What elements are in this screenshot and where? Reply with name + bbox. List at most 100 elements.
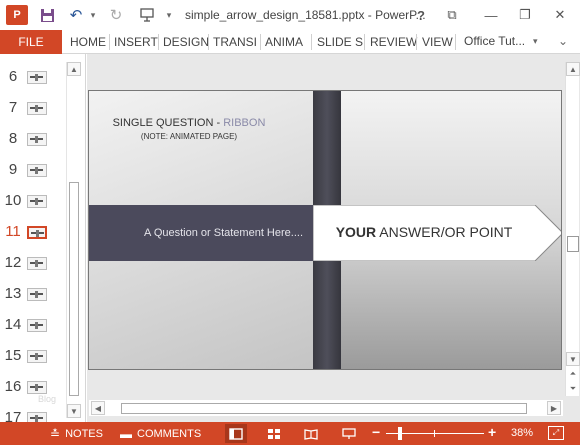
slide-thumbnail[interactable]: 6 (0, 64, 66, 90)
slide-number: 14 (4, 316, 22, 333)
slide-thumbnail[interactable]: 14 (0, 312, 66, 338)
zoom-slider-center-mark (434, 430, 435, 437)
scrollbar-thumb[interactable] (121, 403, 527, 414)
help-button[interactable]: ? (410, 4, 432, 26)
slide-thumbnail[interactable]: 16 (0, 374, 66, 400)
horizontal-scrollbar[interactable]: ◀ ▶ (89, 400, 563, 416)
slide-number: 8 (8, 130, 18, 147)
tab-review[interactable]: REVIEW (370, 30, 417, 54)
answer-bold-text: YOUR (335, 224, 377, 240)
slide-editing-area: SINGLE QUESTION - RIBBON (NOTE: ANIMATED… (87, 54, 580, 422)
expand-ribbon-icon[interactable]: ⌄ (558, 34, 568, 48)
slide-thumbnail[interactable]: 9 (0, 157, 66, 183)
answer-rest-text: ANSWER/OR POINT (376, 224, 513, 240)
slide-thumbnail[interactable]: 12 (0, 250, 66, 276)
scrollbar-thumb[interactable] (69, 182, 79, 396)
slide-thumbnail-image[interactable] (27, 381, 47, 394)
tab-separator (208, 34, 209, 50)
watermark-text: Blog (38, 394, 57, 404)
slide-thumbnail-image[interactable] (27, 133, 47, 146)
slide-subtitle[interactable]: (NOTE: ANIMATED PAGE) (89, 132, 289, 141)
tab-view[interactable]: VIEW (422, 30, 453, 54)
question-text[interactable]: A Question or Statement Here.... (89, 227, 303, 239)
undo-dropdown-icon[interactable]: ▾ (88, 5, 98, 25)
slide-thumbnail[interactable]: 15 (0, 343, 66, 369)
zoom-in-icon[interactable]: + (488, 424, 496, 440)
slide-thumbnail-image[interactable] (27, 319, 47, 332)
scrollbar-thumb[interactable] (567, 236, 579, 252)
redo-icon[interactable]: ↻ (106, 5, 126, 25)
account-dropdown-icon[interactable]: ▾ (533, 36, 538, 47)
customize-toolbar-icon[interactable]: ▾ (163, 5, 175, 25)
save-icon[interactable] (37, 5, 57, 25)
tab-animations[interactable]: ANIMA (265, 30, 303, 54)
slide-thumbnail[interactable]: 8 (0, 126, 66, 152)
zoom-slider-thumb[interactable] (398, 427, 402, 440)
slide-thumbnail-image[interactable] (27, 195, 47, 208)
slide-number: 13 (4, 285, 22, 302)
current-slide[interactable]: SINGLE QUESTION - RIBBON (NOTE: ANIMATED… (88, 90, 562, 370)
undo-icon[interactable]: ↶ (66, 5, 86, 25)
restore-button[interactable]: ❐ (514, 4, 536, 26)
start-presentation-icon[interactable] (137, 5, 157, 25)
scroll-left-icon[interactable]: ◀ (91, 401, 105, 415)
fit-slide-to-window-icon[interactable]: ⤢ (548, 426, 564, 440)
status-bar: ≛ NOTES ▬ COMMENTS − + 38% ⤢ (0, 422, 580, 445)
title-bar: P ↶ ▾ ↻ ▾ simple_arrow_design_18581.pptx… (0, 0, 580, 30)
slide-title-accent: RIBBON (223, 117, 266, 129)
scroll-down-icon[interactable]: ▼ (566, 352, 580, 366)
previous-slide-icon[interactable]: ⏶ (566, 367, 580, 381)
tab-transitions[interactable]: TRANSI (213, 30, 257, 54)
zoom-out-icon[interactable]: − (372, 424, 380, 440)
close-button[interactable]: ✕ (549, 4, 571, 26)
vertical-scrollbar[interactable]: ▲ ▼ ⏶ ⏷ (565, 62, 580, 396)
slide-thumbnail[interactable]: 7 (0, 95, 66, 121)
ribbon-display-options-icon[interactable]: ⧉ (441, 4, 463, 26)
tab-home[interactable]: HOME (70, 30, 106, 54)
slide-number: 15 (4, 347, 22, 364)
slide-thumbnail-image[interactable] (27, 164, 47, 177)
slide-number: 16 (4, 378, 22, 395)
tab-insert[interactable]: INSERT (114, 30, 158, 54)
tab-file[interactable]: FILE (0, 30, 62, 54)
slide-thumbnail-selected[interactable]: 11 (0, 219, 66, 245)
minimize-button[interactable]: — (480, 4, 502, 26)
slide-show-icon[interactable] (338, 424, 360, 443)
powerpoint-app-icon[interactable]: P (6, 5, 28, 25)
slide-sorter-icon[interactable] (263, 424, 285, 443)
slide-thumbnail-image[interactable] (27, 71, 47, 84)
slide-thumbnail-image[interactable] (27, 350, 47, 363)
slide-thumbnail[interactable]: 17 (0, 405, 66, 422)
normal-view-icon[interactable] (225, 424, 247, 443)
tab-separator (455, 34, 456, 50)
reading-view-icon[interactable] (300, 424, 322, 443)
account-name[interactable]: Office Tut... (464, 34, 525, 48)
comment-icon: ▬ (120, 426, 132, 441)
answer-text[interactable]: YOUR ANSWER/OR POINT (319, 224, 529, 240)
tab-separator (109, 34, 110, 50)
scroll-up-icon[interactable]: ▲ (67, 62, 81, 76)
scroll-right-icon[interactable]: ▶ (547, 401, 561, 415)
scroll-down-icon[interactable]: ▼ (67, 404, 81, 418)
comments-label: COMMENTS (137, 427, 202, 440)
slide-thumbnail-image[interactable] (27, 226, 47, 239)
next-slide-icon[interactable]: ⏷ (566, 382, 580, 396)
slide-thumbnail-image[interactable] (27, 288, 47, 301)
slide-thumbnail-image[interactable] (27, 102, 47, 115)
zoom-level[interactable]: 38% (511, 427, 533, 439)
slide-thumbnail-image[interactable] (27, 412, 47, 422)
tab-slide-show[interactable]: SLIDE S (317, 30, 363, 54)
slide-thumbnail[interactable]: 13 (0, 281, 66, 307)
slide-number: 6 (8, 68, 18, 85)
tab-design[interactable]: DESIGN (163, 30, 209, 54)
tab-separator (260, 34, 261, 50)
slide-number: 12 (4, 254, 22, 271)
slide-title[interactable]: SINGLE QUESTION - RIBBON (89, 117, 289, 129)
thumbnails-scrollbar[interactable]: ▲ ▼ (66, 62, 81, 418)
slide-thumbnail-image[interactable] (27, 257, 47, 270)
comments-button[interactable]: ▬ COMMENTS (120, 422, 201, 445)
slide-number: 17 (4, 409, 22, 422)
slide-thumbnail[interactable]: 10 (0, 188, 66, 214)
scroll-up-icon[interactable]: ▲ (566, 62, 580, 76)
notes-button[interactable]: ≛ NOTES (50, 422, 103, 445)
